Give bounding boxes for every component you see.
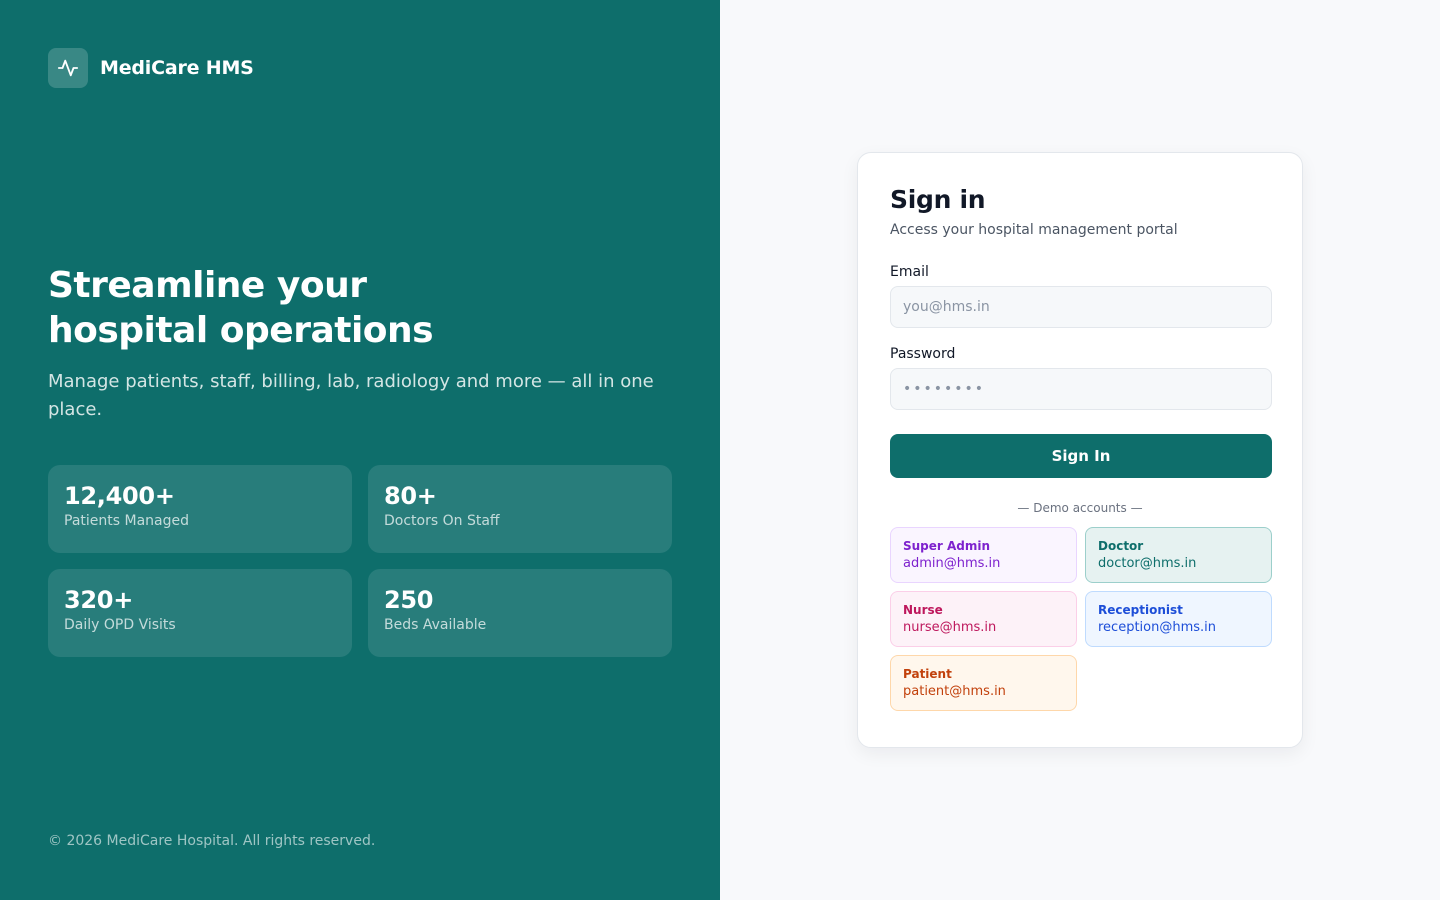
stat-value: 12,400+ <box>64 482 175 510</box>
brand-name: MediCare HMS <box>100 57 254 79</box>
demo-account-doctor[interactable]: Doctor doctor@hms.in <box>1085 527 1272 583</box>
stat-value: 320+ <box>64 586 134 614</box>
stat-label: Beds Available <box>384 617 487 633</box>
signin-subtitle: Access your hospital management portal <box>890 222 1178 238</box>
demo-account-role: Patient <box>903 667 952 681</box>
demo-account-role: Super Admin <box>903 539 991 553</box>
demo-account-receptionist[interactable]: Receptionist reception@hms.in <box>1085 591 1272 647</box>
demo-account-email: patient@hms.in <box>903 684 1006 699</box>
demo-account-email: reception@hms.in <box>1098 620 1217 635</box>
hero-title-line1: Streamline your <box>48 265 367 306</box>
demo-account-role: Receptionist <box>1098 603 1183 617</box>
hero-title: Streamline your hospital operations <box>48 263 648 353</box>
password-label: Password <box>890 346 956 362</box>
demo-account-email: admin@hms.in <box>903 556 1001 571</box>
branding-panel: MediCare HMS Streamline your hospital op… <box>0 0 720 900</box>
email-label: Email <box>890 264 929 280</box>
demo-accounts-heading: — Demo accounts — <box>1017 501 1143 515</box>
stat-label: Patients Managed <box>64 513 189 529</box>
demo-account-super-admin[interactable]: Super Admin admin@hms.in <box>890 527 1077 583</box>
brand: MediCare HMS <box>48 48 254 88</box>
email-field[interactable] <box>890 286 1272 328</box>
stat-card: 320+ Daily OPD Visits <box>48 569 352 657</box>
demo-account-role: Doctor <box>1098 539 1144 553</box>
copyright: © 2026 MediCare Hospital. All rights res… <box>48 833 376 849</box>
stat-value: 80+ <box>384 482 437 510</box>
stats-grid: 12,400+ Patients Managed 80+ Doctors On … <box>48 465 672 657</box>
signin-panel: Sign in Access your hospital management … <box>720 0 1440 900</box>
pulse-icon <box>48 48 88 88</box>
demo-account-role: Nurse <box>903 603 943 617</box>
signin-title: Sign in <box>890 185 986 214</box>
stat-card: 250 Beds Available <box>368 569 672 657</box>
stat-card: 12,400+ Patients Managed <box>48 465 352 553</box>
hero-subtitle: Manage patients, staff, billing, lab, ra… <box>48 371 654 420</box>
signin-card: Sign in Access your hospital management … <box>857 152 1303 748</box>
demo-account-nurse[interactable]: Nurse nurse@hms.in <box>890 591 1077 647</box>
hero-title-line2: hospital operations <box>48 310 434 351</box>
stat-card: 80+ Doctors On Staff <box>368 465 672 553</box>
sign-in-button[interactable]: Sign In <box>890 434 1272 478</box>
stat-label: Doctors On Staff <box>384 513 500 529</box>
demo-account-patient[interactable]: Patient patient@hms.in <box>890 655 1077 711</box>
demo-account-email: doctor@hms.in <box>1098 556 1197 571</box>
demo-accounts-grid: Super Admin admin@hms.in Doctor doctor@h… <box>890 527 1272 711</box>
password-field[interactable] <box>890 368 1272 410</box>
stat-value: 250 <box>384 586 434 614</box>
demo-account-email: nurse@hms.in <box>903 620 997 635</box>
stat-label: Daily OPD Visits <box>64 617 176 633</box>
